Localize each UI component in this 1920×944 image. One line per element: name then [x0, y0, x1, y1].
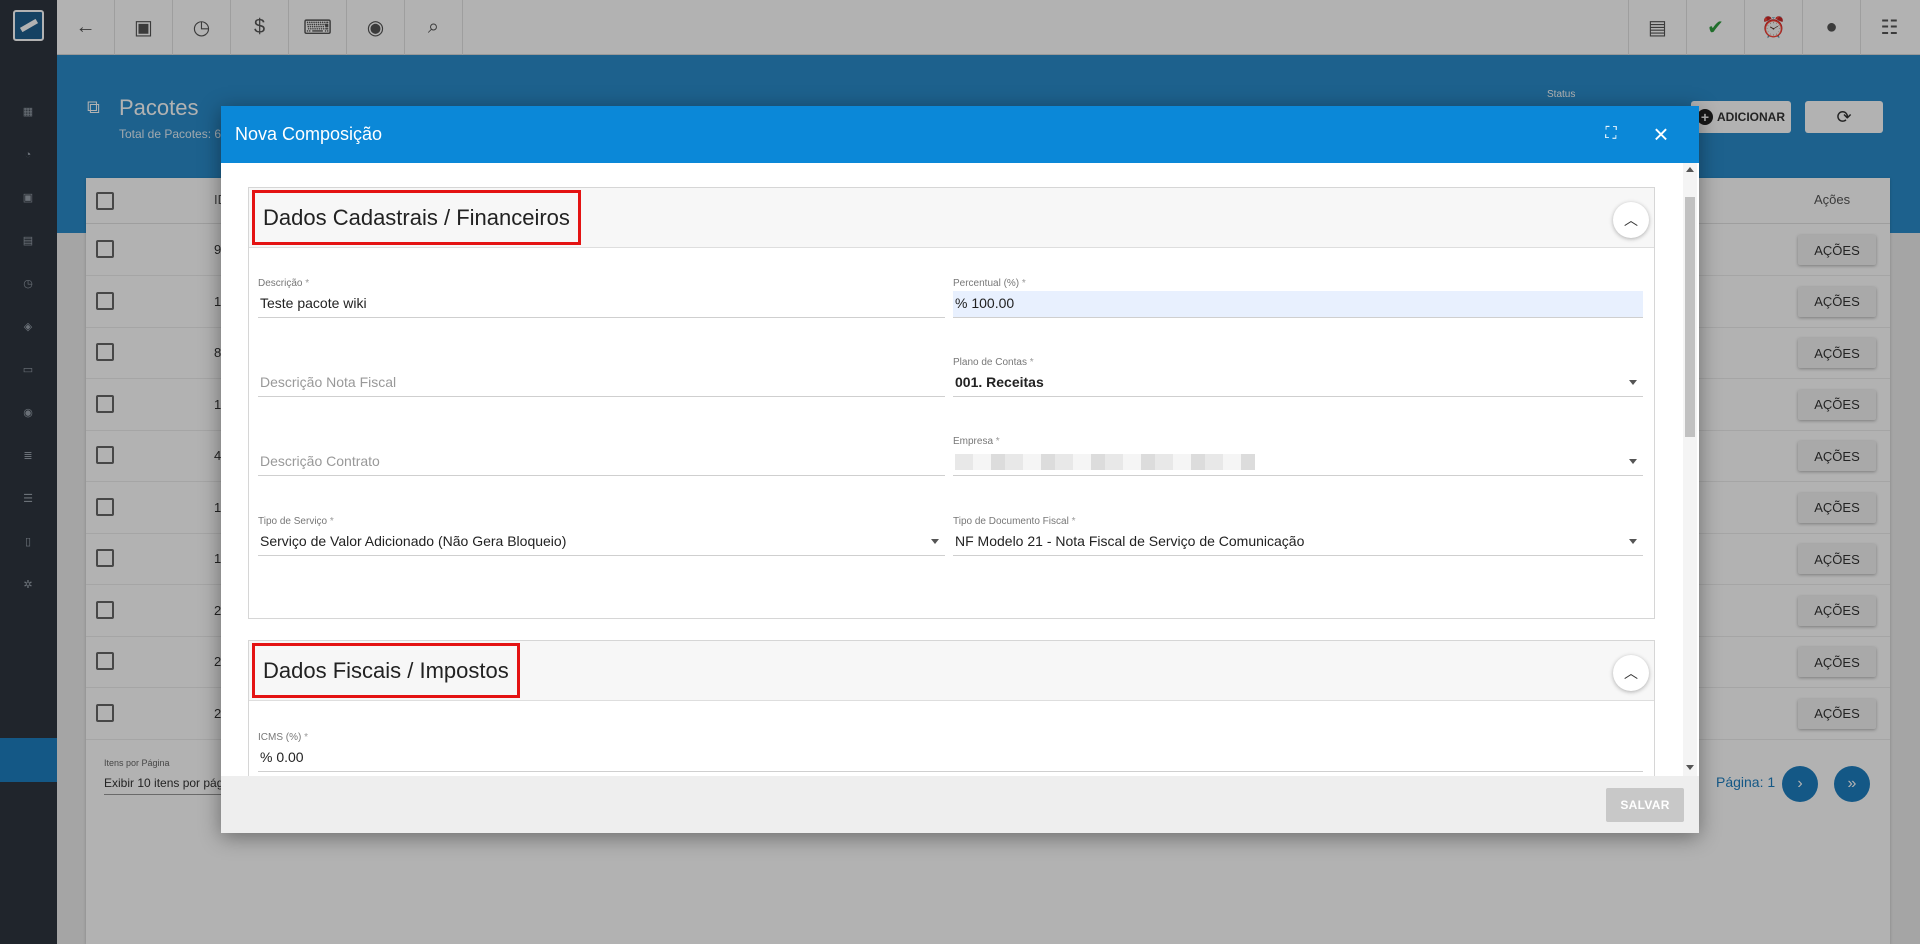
empresa-value-redacted	[955, 454, 1255, 471]
section-header: Dados Fiscais / Impostos ︿	[249, 641, 1654, 701]
tipo-documento-fiscal-select[interactable]: NF Modelo 21 - Nota Fiscal de Serviço de…	[953, 529, 1643, 556]
section-dados-fiscais: Dados Fiscais / Impostos ︿ ICMS (%) * % …	[248, 640, 1655, 783]
empresa-label: Empresa	[953, 436, 994, 447]
fullscreen-icon[interactable]: ⛶	[1599, 122, 1623, 146]
dialog-scrollbar[interactable]	[1683, 163, 1697, 777]
section-title: Dados Fiscais / Impostos	[252, 643, 520, 698]
tipo-documento-fiscal-label: Tipo de Documento Fiscal	[953, 516, 1069, 527]
tipo-de-servico-field[interactable]: Tipo de Serviço * Serviço de Valor Adici…	[258, 516, 945, 556]
descricao-nota-fiscal-input[interactable]: Descrição Nota Fiscal	[258, 370, 945, 397]
dialog-body: Dados Cadastrais / Financeiros ︿ Descriç…	[221, 163, 1699, 783]
descricao-input[interactable]: Teste pacote wiki	[258, 291, 945, 318]
scrollbar-thumb[interactable]	[1685, 197, 1695, 437]
plano-de-contas-field[interactable]: Plano de Contas * 001. Receitas	[953, 357, 1643, 397]
tipo-documento-fiscal-value: NF Modelo 21 - Nota Fiscal de Serviço de…	[955, 533, 1305, 549]
tipo-de-servico-label: Tipo de Serviço	[258, 516, 328, 527]
dropdown-arrow-icon	[1629, 539, 1637, 544]
dialog-footer: SALVAR	[221, 776, 1699, 833]
tipo-documento-fiscal-field[interactable]: Tipo de Documento Fiscal * NF Modelo 21 …	[953, 516, 1643, 556]
scroll-down-arrow-icon[interactable]	[1686, 765, 1694, 770]
collapse-section-button[interactable]: ︿	[1613, 202, 1649, 238]
empresa-field[interactable]: Empresa *	[953, 436, 1643, 476]
section-dados-cadastrais: Dados Cadastrais / Financeiros ︿ Descriç…	[248, 187, 1655, 619]
descricao-nota-fiscal-field[interactable]: Descrição Nota Fiscal	[258, 357, 945, 397]
icms-field[interactable]: ICMS (%) * % 0.00	[258, 732, 1643, 772]
icms-input[interactable]: % 0.00	[258, 745, 1643, 772]
percentual-field[interactable]: Percentual (%) * % 100.00	[953, 278, 1643, 318]
tipo-de-servico-value: Serviço de Valor Adicionado (Não Gera Bl…	[260, 533, 567, 549]
icms-label: ICMS (%)	[258, 732, 302, 743]
plano-de-contas-value: 001. Receitas	[955, 374, 1044, 390]
percentual-label: Percentual (%)	[953, 278, 1020, 289]
descricao-field[interactable]: Descrição * Teste pacote wiki	[258, 278, 945, 318]
section-header: Dados Cadastrais / Financeiros ︿	[249, 188, 1654, 248]
descricao-contrato-input[interactable]: Descrição Contrato	[258, 449, 945, 476]
empresa-select[interactable]	[953, 449, 1643, 476]
dropdown-arrow-icon	[1629, 459, 1637, 464]
chevron-up-icon: ︿	[1624, 212, 1638, 228]
nova-composicao-dialog: Nova Composição ⛶ × Dados Cadastrais / F…	[221, 106, 1699, 833]
descricao-contrato-field[interactable]: Descrição Contrato	[258, 436, 945, 476]
save-button[interactable]: SALVAR	[1606, 788, 1684, 822]
percentual-input[interactable]: % 100.00	[953, 291, 1643, 318]
scroll-up-arrow-icon[interactable]	[1686, 167, 1694, 172]
section-title: Dados Cadastrais / Financeiros	[252, 190, 581, 245]
tipo-de-servico-select[interactable]: Serviço de Valor Adicionado (Não Gera Bl…	[258, 529, 945, 556]
chevron-up-icon: ︿	[1624, 665, 1638, 681]
close-icon[interactable]: ×	[1647, 120, 1675, 148]
dialog-header: Nova Composição ⛶ ×	[221, 106, 1699, 163]
dropdown-arrow-icon	[931, 539, 939, 544]
plano-de-contas-select[interactable]: 001. Receitas	[953, 370, 1643, 397]
dropdown-arrow-icon	[1629, 380, 1637, 385]
dialog-title: Nova Composição	[235, 124, 383, 144]
collapse-section-button[interactable]: ︿	[1613, 655, 1649, 691]
descricao-label: Descrição	[258, 278, 303, 289]
plano-de-contas-label: Plano de Contas	[953, 357, 1027, 368]
